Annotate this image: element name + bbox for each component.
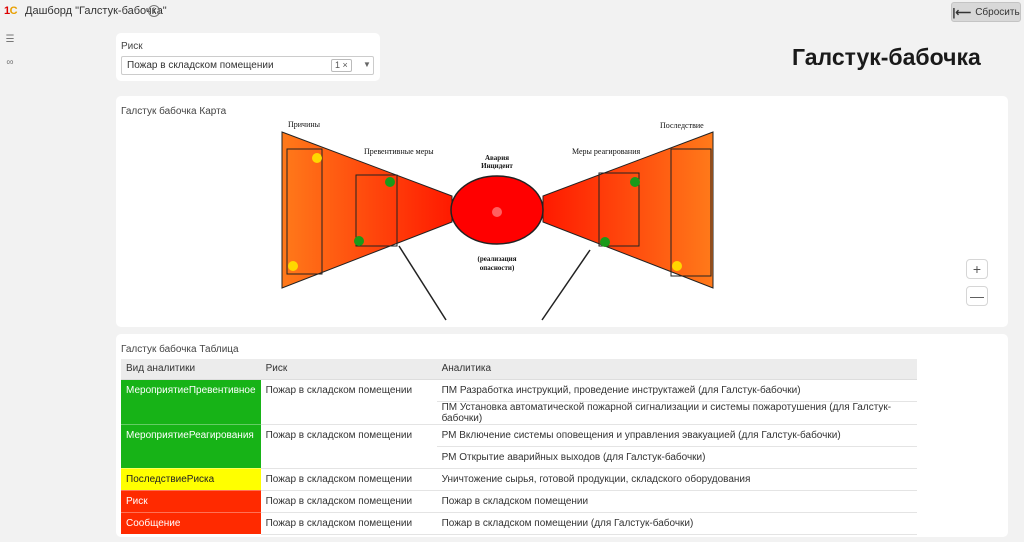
response-dot-1[interactable]: [630, 177, 640, 187]
analytics-cell[interactable]: Пожар в складском помещении: [436, 490, 917, 513]
label-realization-1: (реализация: [477, 255, 516, 263]
analytics-kind-cell[interactable]: Риск: [121, 490, 261, 513]
label-accident-2: Инцидент: [481, 162, 513, 170]
table-row[interactable]: Сообщение Пожар в складском помещении Пожа…: [121, 512, 917, 535]
analytics-kind-cell[interactable]: ПоследствиеРиска: [121, 468, 261, 491]
accident-dot: [492, 207, 502, 217]
risk-filter-label: Риск: [121, 41, 143, 52]
reset-icon: |⟵: [952, 6, 972, 19]
analytics-cell[interactable]: РМ Открытие аварийных выходов (для Галст…: [436, 446, 917, 469]
analytics-cell[interactable]: Пожар в складском помещении (для Галстук…: [436, 512, 917, 535]
cause-dot-1[interactable]: [312, 153, 322, 163]
label-consequence: Последствие: [660, 121, 704, 130]
risk-select[interactable]: Пожар в складском помещении 1 × ▼: [121, 56, 374, 75]
response-dot-2[interactable]: [600, 237, 610, 247]
left-line: [398, 245, 447, 321]
page-title: Галстук-бабочка: [792, 44, 981, 70]
table-header-row: Вид аналитики Риск Аналитика: [121, 359, 917, 380]
bowtie-table: Вид аналитики Риск Аналитика Мероприятие…: [121, 359, 917, 535]
analytics-kind-cell[interactable]: МероприятиеПревентивное: [121, 379, 261, 425]
reset-button[interactable]: |⟵ Сбросить: [951, 2, 1021, 22]
label-preventive: Превентивные меры: [364, 147, 434, 156]
label-causes: Причины: [288, 120, 321, 129]
risk-filter-card: Риск Пожар в складском помещении 1 × ▼: [116, 33, 380, 81]
column-header[interactable]: Вид аналитики: [121, 359, 261, 380]
column-header[interactable]: Риск: [260, 359, 437, 380]
zoom-out-button[interactable]: —: [966, 286, 988, 306]
top-bar: 1С Дашборд "Галстук-бабочка" i |⟵ Сброси…: [0, 0, 1024, 24]
reset-label: Сбросить: [975, 6, 1020, 18]
analytics-cell[interactable]: ПМ Установка автоматической пожарной сиг…: [436, 401, 917, 425]
bowtie-diagram: Причины Превентивные меры Авария Инциден…: [281, 120, 714, 321]
risk-select-count[interactable]: 1 ×: [331, 59, 352, 72]
preventive-dot-1[interactable]: [385, 177, 395, 187]
info-icon[interactable]: i: [148, 5, 160, 17]
risk-cell[interactable]: Пожар в складском помещении: [260, 379, 437, 425]
chevron-down-icon[interactable]: ▼: [363, 60, 371, 69]
risk-cell[interactable]: Пожар в складском помещении: [260, 490, 437, 513]
label-response: Меры реагирования: [572, 147, 640, 156]
app-logo: 1С: [4, 5, 18, 17]
risk-select-value: Пожар в складском помещении: [127, 60, 274, 71]
analytics-cell[interactable]: Уничтожение сырья, готовой продукции, ск…: [436, 468, 917, 491]
preventive-dot-2[interactable]: [354, 236, 364, 246]
zoom-in-button[interactable]: +: [966, 259, 988, 279]
bowtie-map-card: Галстук бабочка Карта Причины Превентивн…: [116, 96, 1008, 327]
analytics-kind-cell[interactable]: МероприятиеРеагирования: [121, 424, 261, 469]
label-accident-1: Авария: [485, 154, 509, 162]
analytics-cell[interactable]: ПМ Разработка инструкций, проведение инс…: [436, 379, 917, 402]
analytics-kind-cell[interactable]: Сообщение: [121, 512, 261, 535]
table-row[interactable]: МероприятиеРеагирования Пожар в складском…: [121, 424, 917, 469]
infinity-icon[interactable]: ∞: [4, 57, 16, 69]
label-realization-2: опасности): [480, 264, 515, 272]
list-icon[interactable]: ☰: [4, 34, 16, 46]
cause-dot-2[interactable]: [288, 261, 298, 271]
risk-cell[interactable]: Пожар в складском помещении: [260, 424, 437, 469]
risk-cell[interactable]: Пожар в складском помещении: [260, 468, 437, 491]
table-row[interactable]: ПоследствиеРиска Пожар в складском помеще…: [121, 468, 917, 491]
risk-cell[interactable]: Пожар в складском помещении: [260, 512, 437, 535]
table-row[interactable]: Риск Пожар в складском помещении Пожар в с…: [121, 490, 917, 513]
consequence-dot-1[interactable]: [672, 261, 682, 271]
bowtie-table-card: Галстук бабочка Таблица Вид аналитики Ри…: [116, 334, 1008, 537]
right-line: [541, 249, 591, 321]
app-title: Дашборд "Галстук-бабочка": [25, 5, 167, 17]
column-header[interactable]: Аналитика: [436, 359, 917, 380]
analytics-cell[interactable]: РМ Включение системы оповещения и управл…: [436, 424, 917, 447]
table-row[interactable]: МероприятиеПревентивное Пожар в складском…: [121, 379, 917, 425]
table-title: Галстук бабочка Таблица: [121, 344, 239, 355]
